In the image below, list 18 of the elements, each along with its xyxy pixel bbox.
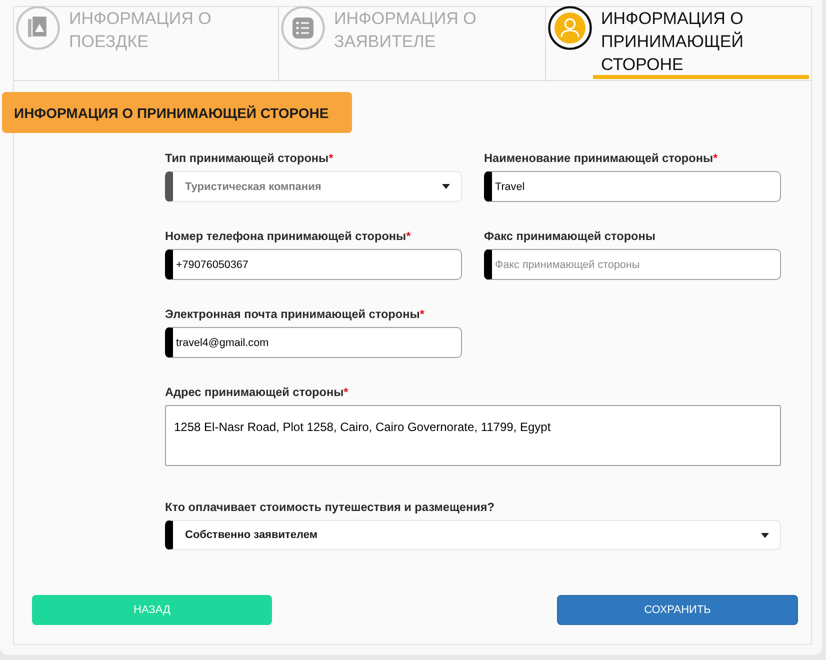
save-button[interactable]: СОХРАНИТЬ <box>557 595 798 625</box>
input-field[interactable]: Travel <box>484 171 781 202</box>
textarea-field[interactable]: 1258 El-Nasr Road, Plot 1258, Cairo, Cairo Governorate, 11799, Egypt <box>165 405 781 466</box>
field-label: Факс принимающей стороны <box>484 228 656 244</box>
section-header: ИНФОРМАЦИЯ О ПРИНИМАЮЩЕЙ СТОРОНЕ <box>2 92 352 133</box>
field-label: Электронная почта принимающей стороны* <box>165 306 426 322</box>
input-field[interactable]: travel4@gmail.com <box>165 327 462 358</box>
input-field[interactable]: Факс принимающей стороны <box>484 249 781 280</box>
field-label: Кто оплачивает стоимость путешествия и размещения? <box>165 499 496 515</box>
dropdown-field[interactable]: Собственно заявителем <box>165 520 781 550</box>
field-label: Наименование принимающей стороны* <box>484 150 719 166</box>
field-label: Тип принимающей стороны* <box>165 150 334 166</box>
field-label: Номер телефона принимающей стороны* <box>165 228 412 244</box>
step-tab[interactable]: ИНФОРМАЦИЯ О ПРИНИМАЮЩЕЙ СТОРОНЕ <box>545 7 811 80</box>
field-label: Адрес принимающей стороны* <box>165 384 350 400</box>
caret-icon <box>761 532 769 538</box>
input-field[interactable]: +79076050367 <box>165 249 462 280</box>
caret-icon <box>442 184 450 189</box>
